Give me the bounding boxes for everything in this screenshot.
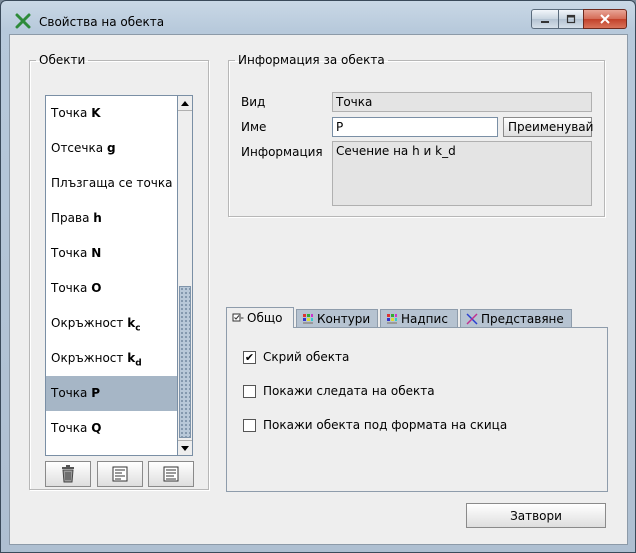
tab-appearance-label: Представяне xyxy=(481,311,564,326)
kind-value: Точка xyxy=(332,92,592,112)
object-name: k xyxy=(127,351,136,365)
object-name: K xyxy=(91,106,101,120)
object-subscript: c xyxy=(135,323,141,334)
list-view-button[interactable] xyxy=(97,461,143,487)
checkbox-icon xyxy=(232,313,244,322)
object-type: Точка xyxy=(51,421,88,435)
scroll-up-button[interactable] xyxy=(178,96,192,111)
list-detail-icon xyxy=(163,466,179,482)
objects-scrollbar[interactable] xyxy=(178,95,193,456)
title-bar[interactable]: Свойства на обекта xyxy=(1,1,635,31)
arrow-down-icon xyxy=(181,445,189,451)
tab-caption[interactable]: Надпис xyxy=(380,309,458,327)
object-name: k xyxy=(127,316,136,330)
hide-object-option[interactable]: ✔ Скрий обекта xyxy=(243,350,349,364)
maximize-button[interactable] xyxy=(558,9,583,29)
list-item[interactable]: Отсечка g xyxy=(46,131,177,166)
delete-button[interactable] xyxy=(45,461,91,487)
object-type: Окръжност xyxy=(51,316,124,330)
list-item[interactable]: Точка N xyxy=(46,236,177,271)
object-type: Окръжност xyxy=(51,351,124,365)
rename-button[interactable]: Преименувай xyxy=(503,117,593,137)
minimize-button[interactable] xyxy=(531,9,558,29)
info-legend: Информация за обекта xyxy=(238,53,385,67)
maximize-icon xyxy=(566,14,576,24)
info-text: Сечение на h и k_d xyxy=(332,141,592,206)
arrow-up-icon xyxy=(181,100,189,106)
list-item[interactable]: Точка K xyxy=(46,96,177,131)
objects-group: Обекти Точка K Отсечка g Плъзгаща се точка… xyxy=(29,53,209,490)
app-icon xyxy=(15,13,31,29)
object-type: Плъзгаща се точка xyxy=(51,176,173,190)
object-name: N xyxy=(91,246,102,260)
object-type: Отсечка xyxy=(51,141,104,155)
object-name: h xyxy=(93,211,102,225)
show-trace-label: Покажи следата на обекта xyxy=(263,384,435,398)
show-trace-checkbox[interactable] xyxy=(243,384,256,398)
tab-appearance[interactable]: Представяне xyxy=(460,309,572,327)
scroll-down-button[interactable] xyxy=(178,440,192,455)
hide-object-label: Скрий обекта xyxy=(263,350,350,364)
trash-icon xyxy=(62,465,74,483)
name-label: Име xyxy=(241,120,267,134)
kind-label: Вид xyxy=(241,95,266,109)
object-type: Точка xyxy=(51,281,88,295)
dialog-body: Обекти Точка K Отсечка g Плъзгаща се точка… xyxy=(9,34,628,545)
cross-lines-icon xyxy=(466,312,478,325)
show-sketch-option[interactable]: Покажи обекта под формата на скица xyxy=(243,418,507,432)
tab-caption-label: Надпис xyxy=(401,311,448,326)
color-grid-icon xyxy=(303,313,313,324)
objects-list[interactable]: Точка KОтсечка gПлъзгаща се точка MПрава… xyxy=(45,95,178,456)
object-name: O xyxy=(91,281,102,295)
object-type: Права xyxy=(51,211,90,225)
color-grid-icon xyxy=(387,313,397,324)
list-item[interactable]: Права h xyxy=(46,201,177,236)
name-input[interactable]: P xyxy=(332,117,498,137)
general-tab-panel: ✔ Скрий обекта Покажи следата на обекта … xyxy=(226,327,608,492)
object-info-group: Информация за обекта Вид Точка Име P Пре… xyxy=(228,53,605,217)
close-button[interactable]: Затвори xyxy=(466,503,606,528)
object-type: Точка xyxy=(51,386,88,400)
list-item[interactable]: Точка O xyxy=(46,271,177,306)
object-name: g xyxy=(106,141,116,155)
scrollbar-thumb[interactable] xyxy=(179,286,191,438)
object-name: P xyxy=(91,386,100,400)
show-sketch-label: Покажи обекта под формата на скица xyxy=(263,418,508,432)
object-subscript: d xyxy=(135,358,142,369)
list-icon xyxy=(112,466,128,482)
tab-outlines-label: Контури xyxy=(317,311,371,326)
show-trace-option[interactable]: Покажи следата на обекта xyxy=(243,384,435,398)
window-title: Свойства на обекта xyxy=(39,15,165,29)
close-window-button[interactable] xyxy=(583,9,627,29)
list-item[interactable]: Точка Q xyxy=(46,411,177,446)
object-type: Точка xyxy=(51,106,88,120)
tab-general-label: Общо xyxy=(247,311,283,325)
properties-window: Свойства на обекта Обекти Точка K Отсечка… xyxy=(0,0,636,553)
tab-general[interactable]: Общо xyxy=(226,307,294,328)
show-sketch-checkbox[interactable] xyxy=(243,418,256,432)
minimize-icon xyxy=(541,21,549,23)
list-item[interactable]: Окръжност kd xyxy=(46,341,177,376)
list-item[interactable]: Окръжност kc xyxy=(46,306,177,341)
hide-object-checkbox[interactable]: ✔ xyxy=(243,350,256,364)
tab-outlines[interactable]: Контури xyxy=(296,309,378,327)
object-type: Точка xyxy=(51,246,88,260)
close-icon xyxy=(600,14,610,24)
info-label: Информация xyxy=(241,145,323,159)
list-item[interactable]: Точка P xyxy=(46,376,177,411)
object-name: Q xyxy=(91,421,102,435)
list-item[interactable]: Плъзгаща се точка M xyxy=(46,166,177,201)
details-view-button[interactable] xyxy=(148,461,194,487)
objects-legend: Обекти xyxy=(39,53,86,67)
